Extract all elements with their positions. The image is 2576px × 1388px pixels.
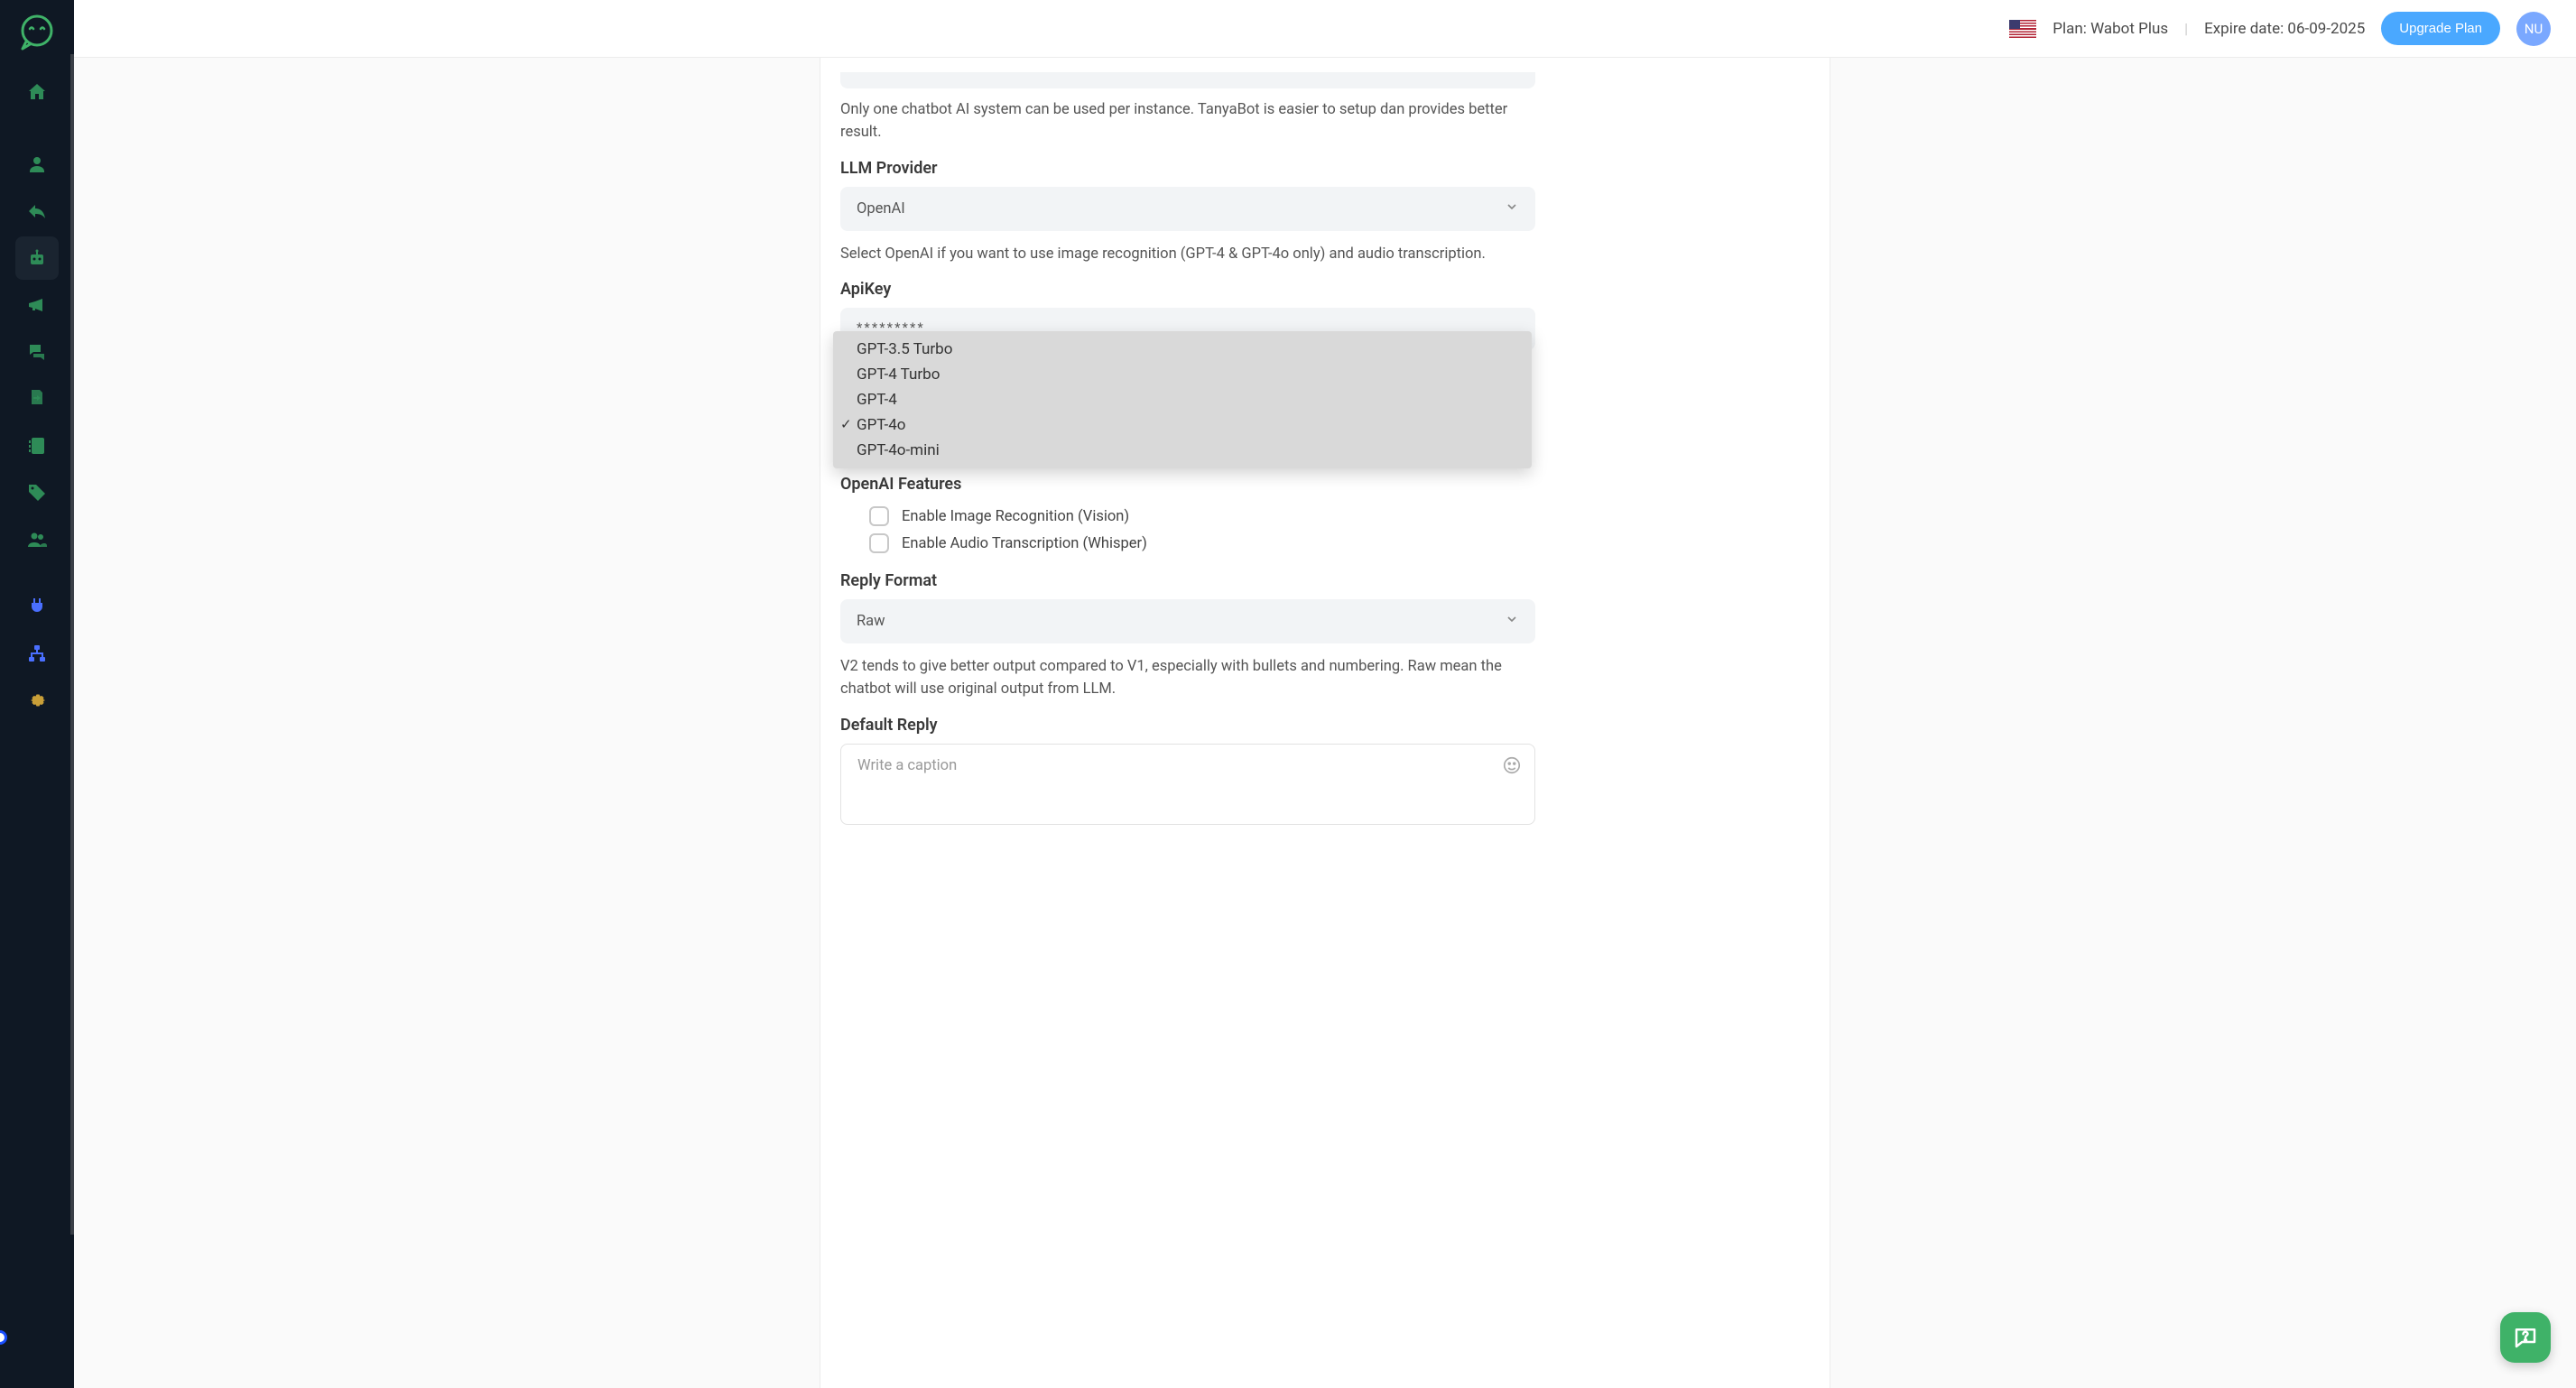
sidebar-indicator-dot xyxy=(0,1330,7,1345)
chevron-down-icon xyxy=(1505,199,1519,218)
llm-provider-label: LLM Provider xyxy=(840,159,1535,178)
flag-us-icon[interactable] xyxy=(2009,20,2036,38)
plug-icon xyxy=(26,596,48,617)
reply-format-select[interactable]: Raw xyxy=(840,599,1535,643)
llm-provider-select[interactable]: OpenAI xyxy=(840,187,1535,231)
sidebar-scrollbar[interactable] xyxy=(70,54,74,1235)
sidebar xyxy=(0,0,74,1388)
feature-whisper-label: Enable Audio Transcription (Whisper) xyxy=(902,535,1147,552)
default-reply-textarea[interactable]: Write a caption xyxy=(840,744,1535,825)
nav-home[interactable] xyxy=(15,70,59,114)
gear-icon xyxy=(26,689,48,711)
apikey-label: ApiKey xyxy=(840,280,1535,299)
help-chat-button[interactable] xyxy=(2500,1312,2551,1363)
home-icon xyxy=(26,81,48,103)
chevron-down-icon xyxy=(1505,612,1519,631)
default-reply-placeholder: Write a caption xyxy=(857,757,957,774)
top-header: Plan: Wabot Plus | Expire date: 06-09-20… xyxy=(74,0,2576,58)
header-separator: | xyxy=(2184,20,2188,37)
megaphone-icon xyxy=(26,294,48,316)
chat-logo-icon xyxy=(15,11,59,54)
address-book-icon xyxy=(26,435,48,457)
llm-provider-value: OpenAI xyxy=(857,200,905,217)
model-dropdown: GPT-3.5 Turbo GPT-4 Turbo GPT-4 GPT-4o G… xyxy=(833,331,1532,468)
app-logo[interactable] xyxy=(15,11,59,54)
llm-provider-note: Select OpenAI if you want to use image r… xyxy=(840,244,1535,266)
help-chat-icon xyxy=(2512,1324,2539,1351)
reply-format-value: Raw xyxy=(857,613,885,630)
nav-bot[interactable] xyxy=(15,236,59,280)
nav-contacts[interactable] xyxy=(15,424,59,467)
upgrade-plan-button[interactable]: Upgrade Plan xyxy=(2381,12,2500,45)
flow-icon xyxy=(26,643,48,664)
nav-user[interactable] xyxy=(15,143,59,186)
previous-field-bottom xyxy=(840,72,1535,88)
tags-icon xyxy=(26,482,48,504)
plan-label: Plan: Wabot Plus xyxy=(2052,20,2168,38)
checkbox-whisper[interactable] xyxy=(869,533,889,553)
users-icon xyxy=(26,529,48,551)
model-option-gpt4-turbo[interactable]: GPT-4 Turbo xyxy=(833,362,1532,387)
settings-form-panel: Only one chatbot AI system can be used p… xyxy=(820,58,1830,1388)
model-option-gpt4[interactable]: GPT-4 xyxy=(833,387,1532,412)
model-option-gpt4o-mini[interactable]: GPT-4o-mini xyxy=(833,438,1532,463)
bot-icon xyxy=(26,247,48,269)
reply-icon xyxy=(26,200,48,222)
nav-flow[interactable] xyxy=(15,632,59,675)
checkbox-vision[interactable] xyxy=(869,506,889,526)
nav-broadcast[interactable] xyxy=(15,283,59,327)
openai-features-label: OpenAI Features xyxy=(840,475,1535,494)
nav-settings[interactable] xyxy=(15,679,59,722)
user-icon xyxy=(26,153,48,175)
nav-reply[interactable] xyxy=(15,190,59,233)
chatbot-system-note: Only one chatbot AI system can be used p… xyxy=(840,99,1535,144)
default-reply-label: Default Reply xyxy=(840,716,1535,735)
feature-vision-label: Enable Image Recognition (Vision) xyxy=(902,508,1129,525)
nav-team[interactable] xyxy=(15,518,59,561)
chats-icon xyxy=(26,341,48,363)
emoji-picker-button[interactable] xyxy=(1502,755,1522,780)
nav-chat[interactable] xyxy=(15,330,59,374)
nav-export[interactable] xyxy=(15,377,59,421)
emoji-icon xyxy=(1502,755,1522,775)
model-option-gpt4o[interactable]: GPT-4o xyxy=(833,412,1532,438)
reply-format-label: Reply Format xyxy=(840,571,1535,590)
file-export-icon xyxy=(26,388,48,410)
nav-plugin[interactable] xyxy=(15,585,59,628)
reply-format-note: V2 tends to give better output compared … xyxy=(840,656,1535,701)
avatar[interactable]: NU xyxy=(2516,12,2551,46)
expire-date-label: Expire date: 06-09-2025 xyxy=(2204,20,2365,38)
nav-tags[interactable] xyxy=(15,471,59,514)
model-option-gpt35[interactable]: GPT-3.5 Turbo xyxy=(833,337,1532,362)
